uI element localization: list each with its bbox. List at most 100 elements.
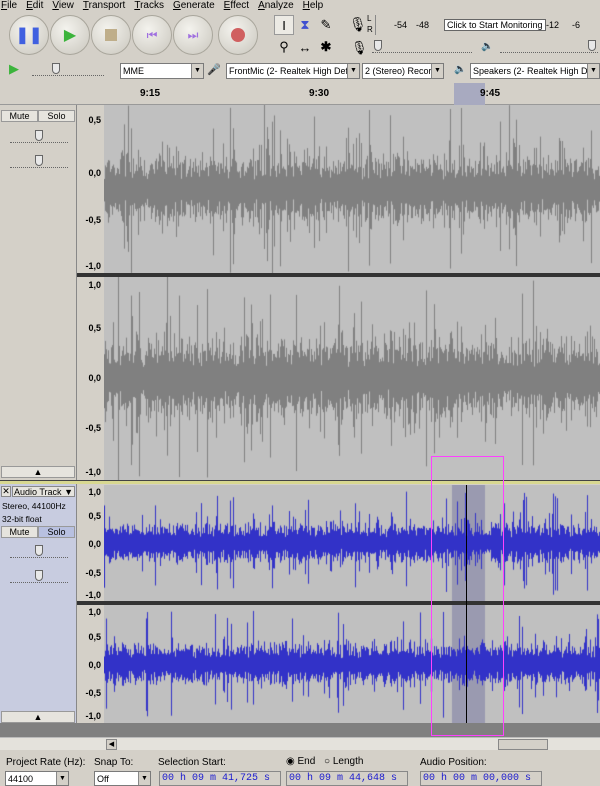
- solo-button[interactable]: Solo: [38, 526, 75, 538]
- scrollbar-thumb[interactable]: [498, 739, 548, 750]
- track-name-menu[interactable]: Audio Track ▼: [12, 486, 75, 497]
- track-format-info: Stereo, 44100Hz: [2, 501, 66, 511]
- selection-end-field[interactable]: 00 h 09 m 44,648 s: [286, 771, 408, 786]
- snap-to-select[interactable]: Off ▼: [94, 771, 151, 786]
- collapse-track-button[interactable]: ▲: [1, 711, 75, 723]
- pan-slider[interactable]: [10, 155, 68, 168]
- menu-help[interactable]: Help: [303, 0, 324, 13]
- multi-tool[interactable]: ✱: [316, 37, 336, 57]
- microphone-meter-icon[interactable]: 🎙: [349, 16, 367, 33]
- speaker-icon: 🔈: [454, 64, 467, 75]
- snap-to-label: Snap To:: [94, 757, 134, 768]
- mute-button[interactable]: Mute: [1, 110, 38, 122]
- draw-tool[interactable]: ✎: [316, 15, 336, 35]
- menu-tracks[interactable]: Tracks: [134, 0, 164, 13]
- scale-label: -0,5: [85, 688, 101, 698]
- meter-tick: -12: [546, 20, 560, 30]
- scale-label: 1,0: [88, 280, 101, 290]
- track1-right-waveform[interactable]: [104, 277, 600, 480]
- chevron-down-icon: ▼: [138, 772, 150, 785]
- asterisk-icon: ✱: [320, 39, 332, 54]
- recording-meter[interactable]: -54 -48 -12 -6 Click to Start Monitoring: [375, 15, 600, 35]
- menu-bar: File Edit View Transport Tracks Generate…: [0, 0, 600, 13]
- output-volume-slider[interactable]: [500, 40, 598, 53]
- pencil-icon: ✎: [320, 17, 332, 32]
- record-button[interactable]: [218, 15, 258, 55]
- track2-right-waveform[interactable]: [104, 605, 600, 723]
- record-icon: [231, 28, 245, 42]
- input-device-select[interactable]: FrontMic (2- Realtek High Defi ▼: [226, 63, 360, 79]
- selection-end-value: 00 h 09 m 44,648 s: [289, 773, 398, 784]
- scale-label: -1,0: [85, 261, 101, 271]
- length-label: Length: [332, 756, 364, 767]
- audio-host-select[interactable]: MME ▼: [120, 63, 204, 79]
- ruler-label: 9:45: [480, 88, 501, 99]
- solo-button[interactable]: Solo: [38, 110, 75, 122]
- project-rate-value: 44100: [8, 774, 34, 784]
- meter-tick: -48: [416, 20, 430, 30]
- end-label: End: [297, 756, 316, 767]
- menu-file[interactable]: File: [1, 0, 17, 13]
- end-radio[interactable]: ◉ End: [286, 756, 315, 767]
- skip-start-button[interactable]: ⏮: [132, 15, 172, 55]
- scale-label: -0,5: [85, 423, 101, 433]
- ibeam-icon: I: [282, 17, 286, 33]
- play-icon: ▶: [9, 61, 19, 76]
- envelope-tool[interactable]: ⧗: [295, 15, 315, 35]
- menu-analyze[interactable]: Analyze: [258, 0, 294, 13]
- play-button[interactable]: ▶: [50, 15, 90, 55]
- timeshift-tool[interactable]: ↔: [295, 37, 315, 57]
- menu-transport[interactable]: Transport: [83, 0, 125, 13]
- menu-edit[interactable]: Edit: [26, 0, 43, 13]
- menu-effect[interactable]: Effect: [224, 0, 249, 13]
- close-track-button[interactable]: ✕: [1, 486, 11, 497]
- output-device-select[interactable]: Speakers (2- Realtek High Defi ▼: [470, 63, 600, 79]
- scale-label: -1,0: [85, 711, 101, 721]
- highlight-box: [431, 456, 504, 736]
- pan-slider[interactable]: [10, 570, 68, 583]
- selection-tool[interactable]: I: [274, 15, 294, 35]
- timeline-ruler[interactable]: 9:15 9:30 9:45: [0, 83, 600, 105]
- pause-button[interactable]: ❚❚: [9, 15, 49, 55]
- scale-label: -0,5: [85, 215, 101, 225]
- track-name: Audio Track: [14, 487, 62, 497]
- project-rate-select[interactable]: 44100 ▼: [5, 771, 69, 786]
- scale-label: 0,0: [88, 660, 101, 670]
- play-at-speed-button[interactable]: ▶: [4, 61, 24, 81]
- selection-start-label: Selection Start:: [158, 757, 226, 768]
- scale-label: -1,0: [85, 467, 101, 477]
- horizontal-scrollbar[interactable]: ◀: [0, 737, 600, 750]
- selection-start-field[interactable]: 00 h 09 m 41,725 s: [159, 771, 281, 786]
- skip-start-icon: ⏮: [146, 27, 158, 42]
- track1-left-waveform[interactable]: [104, 105, 600, 273]
- scroll-left-button[interactable]: ◀: [106, 739, 117, 750]
- collapse-track-button[interactable]: ▲: [1, 466, 75, 478]
- channels-select[interactable]: 2 (Stereo) Record ▼: [362, 63, 444, 79]
- output-device-value: Speakers (2- Realtek High Defi: [473, 66, 598, 76]
- stop-button[interactable]: [91, 15, 131, 55]
- gain-slider[interactable]: [10, 545, 68, 558]
- arrows-horizontal-icon: ↔: [298, 39, 312, 55]
- playback-speed-slider[interactable]: [32, 63, 104, 76]
- audio-position-label: Audio Position:: [420, 757, 487, 768]
- scale-label: 1,0: [88, 607, 101, 617]
- ruler-label: 9:15: [140, 88, 161, 99]
- mute-button[interactable]: Mute: [1, 526, 38, 538]
- length-radio[interactable]: ○ Length: [324, 756, 363, 767]
- menu-view[interactable]: View: [52, 0, 74, 13]
- triangle-up-icon: ▲: [33, 712, 43, 722]
- input-volume-slider[interactable]: [372, 40, 472, 53]
- menu-generate[interactable]: Generate: [173, 0, 215, 13]
- track2-left-waveform[interactable]: [104, 485, 600, 601]
- gain-slider[interactable]: [10, 130, 68, 143]
- audio-position-field[interactable]: 00 h 00 m 00,000 s: [420, 771, 542, 786]
- skip-end-button[interactable]: ⏭: [173, 15, 213, 55]
- stop-icon: [105, 29, 117, 41]
- scale-label: -1,0: [85, 590, 101, 600]
- skip-end-icon: ⏭: [187, 27, 199, 42]
- project-rate-label: Project Rate (Hz):: [6, 757, 86, 768]
- meter-tick: -6: [572, 20, 581, 30]
- selection-start-value: 00 h 09 m 41,725 s: [162, 773, 271, 784]
- scale-label: 1,0: [88, 487, 101, 497]
- zoom-tool[interactable]: ⚲: [274, 37, 294, 57]
